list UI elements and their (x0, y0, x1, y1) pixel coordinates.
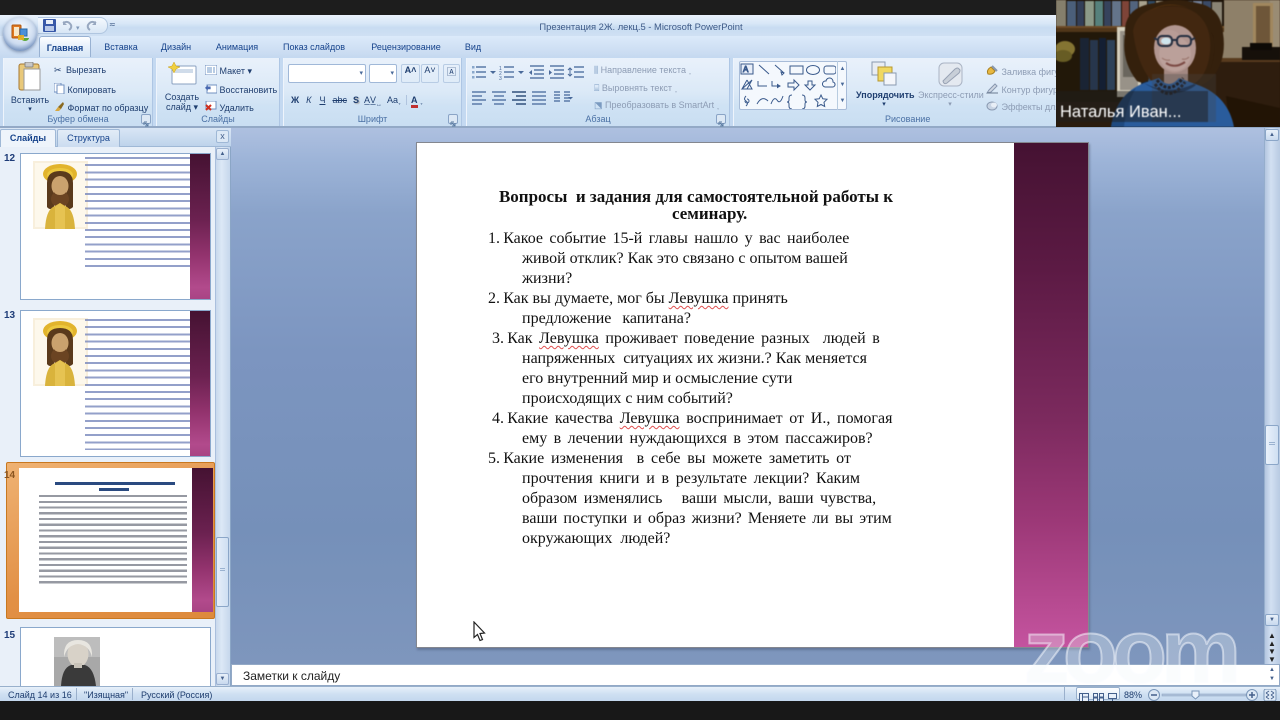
svg-text:Наталья Иван...: Наталья Иван... (1060, 103, 1182, 121)
svg-text:A: A (743, 65, 749, 74)
svg-text:3: 3 (499, 76, 502, 82)
svg-text:zoom: zoom (1024, 602, 1236, 692)
